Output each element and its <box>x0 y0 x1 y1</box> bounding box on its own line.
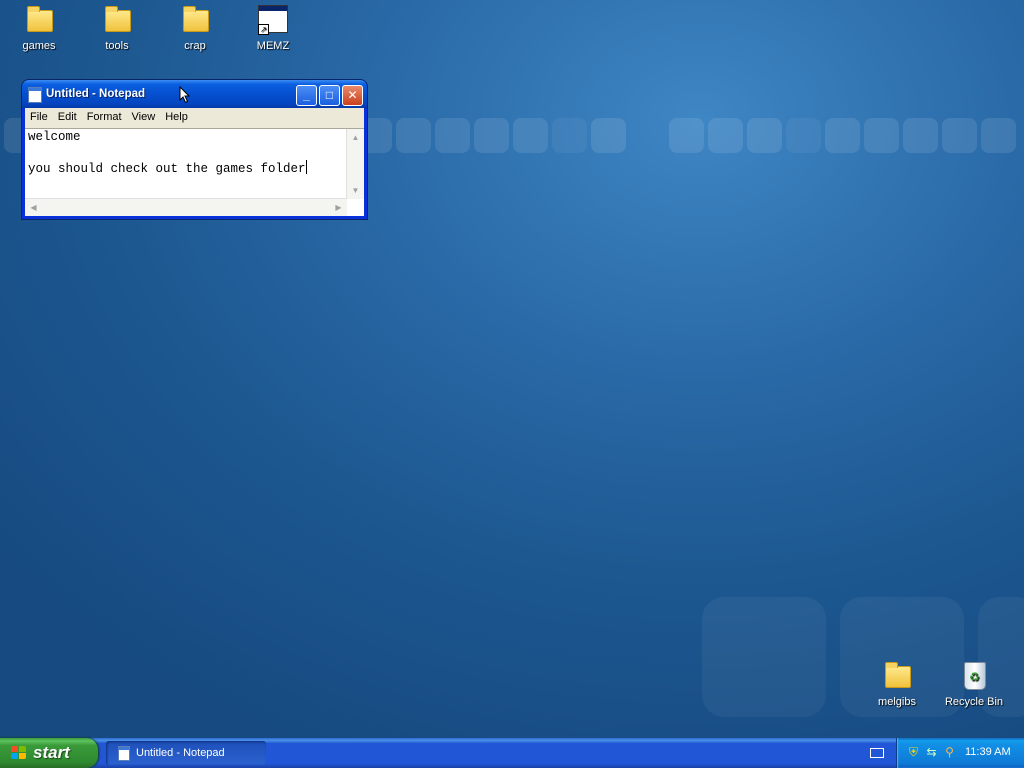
wallpaper-square <box>702 597 826 717</box>
text-content[interactable]: welcome you should check out the games fo… <box>28 130 344 198</box>
wallpaper-square <box>825 118 860 153</box>
scroll-down-icon[interactable]: ▼ <box>348 183 363 198</box>
scroll-left-icon[interactable]: ◀ <box>26 200 41 215</box>
wallpaper-square <box>474 118 509 153</box>
wallpaper-square <box>669 118 704 153</box>
desktop-icon-memz[interactable]: ↗ MEMZ <box>237 4 309 52</box>
wallpaper-square <box>708 118 743 153</box>
wallpaper-square <box>786 118 821 153</box>
recycle-bin-icon: ♻ <box>958 660 990 692</box>
text-line: you should check out the games folder <box>28 162 306 176</box>
desktop-icon-tools[interactable]: tools <box>81 4 153 52</box>
desktop-icon-crap[interactable]: crap <box>159 4 231 52</box>
wallpaper-square <box>747 118 782 153</box>
menu-bar: File Edit Format View Help <box>25 108 364 127</box>
notepad-icon <box>118 746 130 761</box>
mouse-cursor-icon <box>179 86 191 104</box>
wallpaper-square <box>513 118 548 153</box>
horizontal-scrollbar[interactable]: ◀ ▶ <box>25 198 347 216</box>
wallpaper-square <box>864 118 899 153</box>
scroll-right-icon[interactable]: ▶ <box>331 200 346 215</box>
taskbar: start Untitled - Notepad ⛨ ⇆ ⚲ 11:39 AM <box>0 738 1024 768</box>
menu-help[interactable]: Help <box>160 108 193 123</box>
wallpaper-square <box>552 118 587 153</box>
folder-icon <box>881 660 913 692</box>
folder-icon <box>23 4 55 36</box>
menu-format[interactable]: Format <box>82 108 127 123</box>
menu-edit[interactable]: Edit <box>53 108 82 123</box>
folder-icon <box>179 4 211 36</box>
menu-view[interactable]: View <box>127 108 161 123</box>
desktop-icon-label: Recycle Bin <box>944 696 1004 708</box>
window-title: Untitled - Notepad <box>46 88 146 100</box>
system-tray: ⛨ ⇆ ⚲ 11:39 AM <box>896 738 1024 768</box>
start-button[interactable]: start <box>0 738 98 768</box>
keyboard-icon[interactable] <box>870 748 884 758</box>
desktop-icon-label: crap <box>184 40 206 52</box>
wallpaper-square <box>903 118 938 153</box>
security-shield-icon[interactable]: ⛨ <box>907 746 920 759</box>
desktop-icon-label: melgibs <box>878 696 916 708</box>
close-button[interactable]: ✕ <box>342 85 363 106</box>
window-title-bar[interactable]: Untitled - Notepad _ □ ✕ <box>22 80 367 108</box>
window-body: File Edit Format View Help welcome you should… <box>25 108 364 216</box>
desktop-icon-label: tools <box>105 40 129 52</box>
clock[interactable]: 11:39 AM <box>965 746 1011 758</box>
wallpaper-square <box>591 118 626 153</box>
folder-icon <box>101 4 133 36</box>
start-label: start <box>33 743 70 762</box>
text-editor[interactable]: welcome you should check out the games fo… <box>25 128 364 216</box>
desktop-icon-label: games <box>22 40 56 52</box>
desktop: games tools crap ↗ MEMZ melgibs ♻ Recycl… <box>0 0 1024 738</box>
notepad-window[interactable]: Untitled - Notepad _ □ ✕ File Edit Format V… <box>22 80 367 219</box>
text-line: welcome <box>28 130 81 144</box>
notepad-icon[interactable] <box>28 87 42 103</box>
desktop-icon-recycle-bin[interactable]: ♻ Recycle Bin <box>938 660 1010 708</box>
minimize-button[interactable]: _ <box>296 85 317 106</box>
network-icon[interactable]: ⇆ <box>925 746 938 759</box>
vertical-scrollbar[interactable]: ▲ ▼ <box>346 129 364 199</box>
taskbar-button-label: Untitled - Notepad <box>136 747 225 759</box>
desktop-icon-melgibs[interactable]: melgibs <box>861 660 933 708</box>
wallpaper-square <box>981 118 1016 153</box>
wallpaper-square <box>435 118 470 153</box>
wallpaper-square <box>942 118 977 153</box>
app-shortcut-icon: ↗ <box>257 4 289 36</box>
taskbar-button-notepad[interactable]: Untitled - Notepad <box>106 741 266 765</box>
wallpaper-square <box>396 118 431 153</box>
search-icon[interactable]: ⚲ <box>943 746 956 759</box>
desktop-icon-label: MEMZ <box>256 40 290 52</box>
windows-logo-icon <box>11 746 27 760</box>
maximize-button[interactable]: □ <box>319 85 340 106</box>
scroll-up-icon[interactable]: ▲ <box>348 130 363 145</box>
menu-file[interactable]: File <box>25 108 53 123</box>
desktop-icon-games[interactable]: games <box>3 4 75 52</box>
shortcut-arrow-icon: ↗ <box>258 24 269 35</box>
